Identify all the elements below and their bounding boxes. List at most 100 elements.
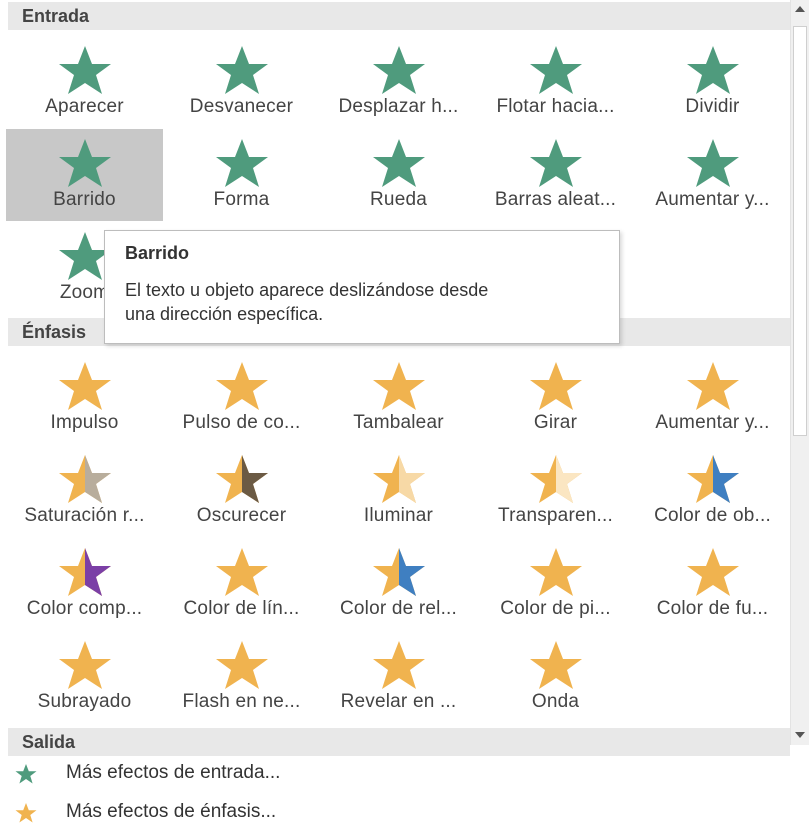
desaturate-star-icon — [58, 455, 111, 503]
effect-tile[interactable]: Color de pi... — [477, 538, 634, 630]
teeter-star-icon — [372, 362, 425, 410]
effect-tile[interactable]: Flash en ne... — [163, 631, 320, 723]
font-color-star-icon — [686, 548, 739, 596]
effect-tile[interactable]: Dividir — [634, 36, 791, 128]
effect-label: Desvanecer — [189, 96, 294, 117]
effect-label: Oscurecer — [196, 505, 287, 526]
effect-label: Color de lín... — [183, 598, 300, 619]
effect-tile[interactable]: Subrayado — [6, 631, 163, 723]
transparency-star-icon — [529, 455, 582, 503]
effect-label: Barras aleat... — [494, 189, 617, 210]
fly-in-star-icon — [372, 46, 425, 94]
wheel-star-icon — [372, 139, 425, 187]
effect-label: Aumentar y... — [655, 412, 770, 433]
effect-label: Impulso — [50, 412, 119, 433]
effect-tile[interactable]: Barrido — [6, 129, 163, 221]
line-color-star-icon — [215, 548, 268, 596]
effect-label: Color de fu... — [656, 598, 769, 619]
effect-label: Saturación r... — [24, 505, 145, 526]
color-pulse-star-icon — [215, 362, 268, 410]
effect-tile[interactable]: Iluminar — [320, 445, 477, 537]
effect-label: Color de rel... — [339, 598, 458, 619]
appear-star-icon — [58, 46, 111, 94]
effect-tooltip: Barrido El texto u objeto aparece desliz… — [104, 230, 620, 344]
wipe-star-icon — [58, 139, 111, 187]
brush-color-star-icon — [529, 548, 582, 596]
lighten-star-icon — [372, 455, 425, 503]
animation-effects-gallery: Entrada Énfasis Salida Aparecer Desvanece… — [0, 0, 809, 823]
effect-label: Iluminar — [363, 505, 434, 526]
effect-label: Revelar en ... — [340, 691, 457, 712]
effect-tile[interactable]: Aumentar y... — [634, 352, 791, 444]
effect-tile[interactable]: Rueda — [320, 129, 477, 221]
effect-tile[interactable]: Pulso de co... — [163, 352, 320, 444]
effect-label: Flotar hacia... — [496, 96, 615, 117]
more-entrance-effects-link[interactable]: Más efectos de entrada... — [14, 758, 714, 788]
effect-tile[interactable]: Onda — [477, 631, 634, 723]
effect-tile[interactable]: Desplazar h... — [320, 36, 477, 128]
wave-star-icon — [529, 641, 582, 689]
tooltip-line-2: una dirección específica. — [125, 304, 324, 324]
pulse-star-icon — [58, 362, 111, 410]
split-star-icon — [686, 46, 739, 94]
grow-turn-star-icon — [686, 139, 739, 187]
more-emphasis-effects-link[interactable]: Más efectos de énfasis... — [14, 797, 714, 827]
effect-tile[interactable]: Color de lín... — [163, 538, 320, 630]
more-entrance-effects-label: Más efectos de entrada... — [66, 762, 281, 783]
effect-tile[interactable]: Transparen... — [477, 445, 634, 537]
effect-tile[interactable]: Desvanecer — [163, 36, 320, 128]
shape-star-icon — [215, 139, 268, 187]
effect-tile[interactable]: Oscurecer — [163, 445, 320, 537]
effect-tile[interactable]: Color comp... — [6, 538, 163, 630]
tooltip-description: El texto u objeto aparece deslizándose d… — [125, 278, 599, 326]
effect-label: Girar — [533, 412, 578, 433]
effect-tile[interactable]: Impulso — [6, 352, 163, 444]
scroll-down-arrow-icon[interactable] — [791, 726, 809, 744]
effect-label: Color de ob... — [654, 505, 771, 526]
underline-star-icon — [58, 641, 111, 689]
effect-tile[interactable]: Revelar en ... — [320, 631, 477, 723]
effect-tile[interactable]: Girar — [477, 352, 634, 444]
section-header-entrada: Entrada — [8, 2, 790, 30]
effect-label: Aparecer — [45, 96, 124, 117]
tooltip-line-1: El texto u objeto aparece deslizándose d… — [125, 280, 489, 300]
effect-label: Forma — [213, 189, 270, 210]
effect-label: Rueda — [370, 189, 427, 210]
section-header-salida: Salida — [8, 728, 790, 756]
scroll-thumb[interactable] — [793, 26, 807, 436]
entrance-star-icon — [15, 764, 37, 784]
effect-tile[interactable]: Flotar hacia... — [477, 36, 634, 128]
effect-tile[interactable]: Aumentar y... — [634, 129, 791, 221]
effect-label: Pulso de co... — [182, 412, 301, 433]
effect-label: Subrayado — [37, 691, 132, 712]
emphasis-star-icon — [15, 803, 37, 823]
bold-flash-star-icon — [215, 641, 268, 689]
effect-tile[interactable]: Tambalear — [320, 352, 477, 444]
effect-label: Transparen... — [498, 505, 613, 526]
fill-color-star-icon — [372, 548, 425, 596]
effect-tile[interactable]: Aparecer — [6, 36, 163, 128]
darken-star-icon — [215, 455, 268, 503]
effect-label: Color comp... — [26, 598, 143, 619]
scroll-up-arrow-icon[interactable] — [791, 0, 809, 18]
effect-label: Tambalear — [353, 412, 444, 433]
float-in-star-icon — [529, 46, 582, 94]
effect-label: Barrido — [53, 189, 116, 210]
effect-tile[interactable]: Barras aleat... — [477, 129, 634, 221]
effect-tile[interactable]: Color de rel... — [320, 538, 477, 630]
effect-label: Desplazar h... — [338, 96, 459, 117]
more-emphasis-effects-label: Más efectos de énfasis... — [66, 801, 277, 822]
effect-label: Flash en ne... — [182, 691, 301, 712]
effect-tile[interactable]: Color de fu... — [634, 538, 791, 630]
effect-label: Color de pi... — [500, 598, 611, 619]
grow-shrink-star-icon — [686, 362, 739, 410]
bold-reveal-star-icon — [372, 641, 425, 689]
fade-star-icon — [215, 46, 268, 94]
effect-tile[interactable]: Color de ob... — [634, 445, 791, 537]
vertical-scrollbar[interactable] — [790, 0, 809, 745]
effect-label: Aumentar y... — [655, 189, 770, 210]
complementary-color-star-icon — [58, 548, 111, 596]
effect-tile[interactable]: Forma — [163, 129, 320, 221]
effect-tile[interactable]: Saturación r... — [6, 445, 163, 537]
random-bars-star-icon — [529, 139, 582, 187]
